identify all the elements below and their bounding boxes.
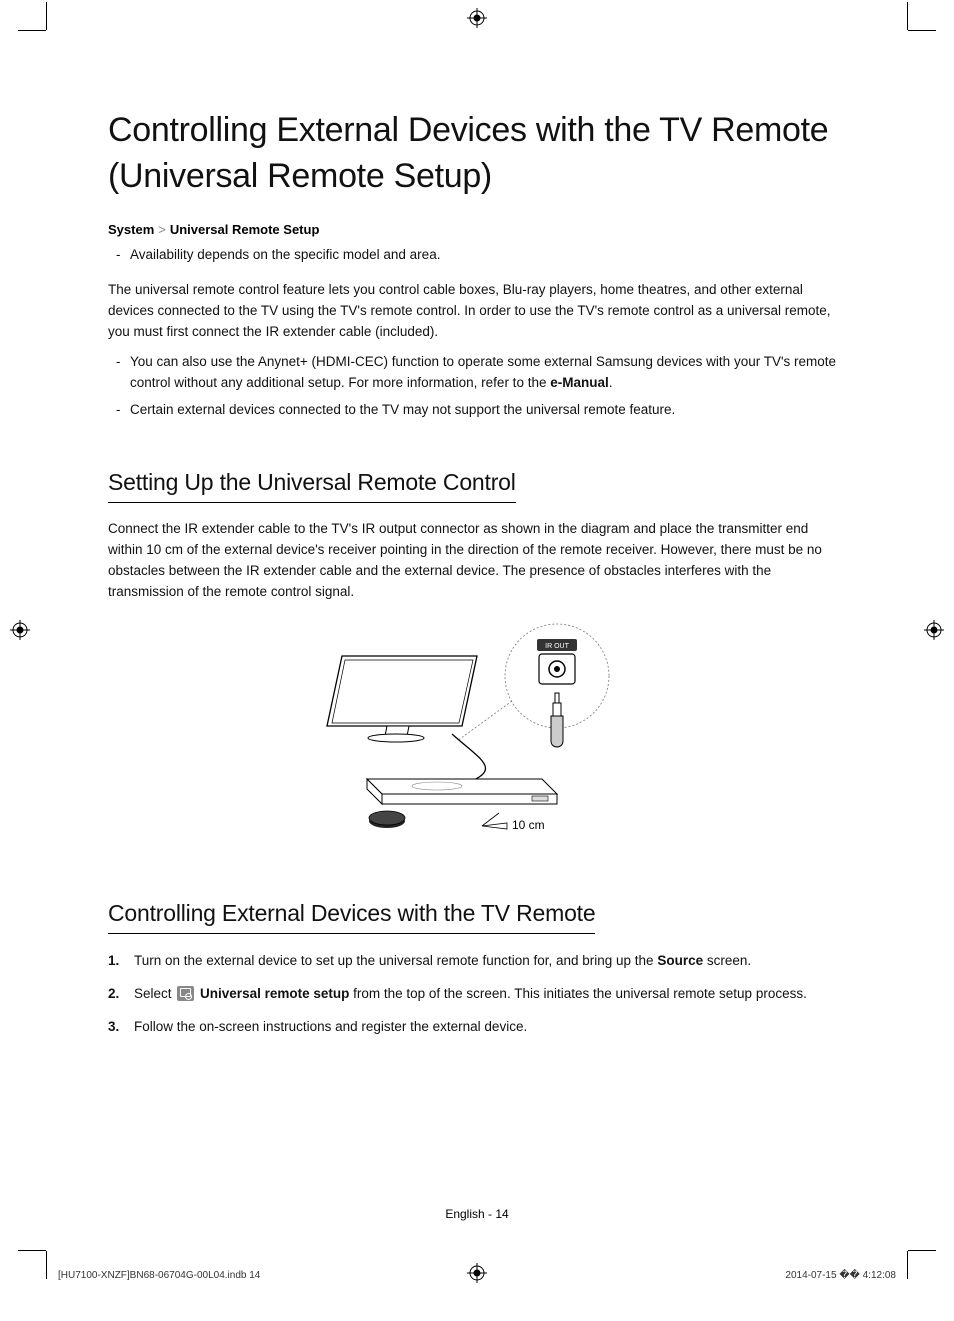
crop-mark [908,30,936,31]
step-2: 2. Select Universal remote setup from th… [108,983,846,1006]
intro-bullet: Availability depends on the specific mod… [108,245,846,266]
page-title: Controlling External Devices with the TV… [108,108,846,200]
step-text-end: from the top of the screen. This initiat… [349,986,806,1001]
step-text-end: screen. [703,953,751,968]
ir-extender-diagram: IR OUT [108,621,846,856]
section-title-controlling: Controlling External Devices with the TV… [108,900,595,934]
intro-paragraph: The universal remote control feature let… [108,280,846,343]
note-unsupported: Certain external devices connected to th… [108,400,846,421]
step-text: Select [134,986,175,1001]
crop-mark [907,2,908,30]
page-footer-center: English - 14 [0,1207,954,1221]
note-anynet: You can also use the Anynet+ (HDMI-CEC) … [108,352,846,394]
universal-remote-icon [177,986,194,1001]
note-text-end: . [609,375,613,390]
ir-out-label: IR OUT [545,643,569,650]
crop-mark [18,30,46,31]
breadcrumb-b: Universal Remote Setup [170,222,320,237]
universal-remote-setup-ref: Universal remote setup [200,986,349,1001]
crop-mark [46,2,47,30]
section1-paragraph: Connect the IR extender cable to the TV'… [108,519,846,603]
breadcrumb-separator: > [158,222,166,237]
step-text: Follow the on-screen instructions and re… [134,1019,527,1034]
step-number: 2. [108,983,119,1006]
step-3: 3. Follow the on-screen instructions and… [108,1016,846,1039]
crop-mark [18,1250,46,1251]
note-text: You can also use the Anynet+ (HDMI-CEC) … [130,354,836,390]
step-text: Turn on the external device to set up th… [134,953,657,968]
distance-label: 10 cm [512,818,545,832]
breadcrumb-a: System [108,222,154,237]
step-number: 3. [108,1016,119,1039]
step-1: 1. Turn on the external device to set up… [108,950,846,973]
registration-mark-icon [10,620,30,640]
page-footer-meta: [HU7100-XNZF]BN68-06704G-00L04.indb 14 2… [58,1270,896,1281]
step-number: 1. [108,950,119,973]
steps-list: 1. Turn on the external device to set up… [108,950,846,1039]
crop-mark [46,1251,47,1279]
notes-list: You can also use the Anynet+ (HDMI-CEC) … [108,352,846,421]
intro-bullets: Availability depends on the specific mod… [108,245,846,266]
registration-mark-icon [467,8,487,28]
source-screen-ref: Source [657,953,703,968]
footer-right: 2014-07-15 �� 4:12:08 [785,1270,896,1281]
section-title-setup: Setting Up the Universal Remote Control [108,469,516,503]
footer-left: [HU7100-XNZF]BN68-06704G-00L04.indb 14 [58,1270,260,1281]
crop-mark [908,1250,936,1251]
breadcrumb: System > Universal Remote Setup [108,222,846,237]
e-manual-ref: e-Manual [550,375,609,390]
crop-mark [907,1251,908,1279]
page-content: Controlling External Devices with the TV… [108,108,846,1049]
registration-mark-icon [924,620,944,640]
